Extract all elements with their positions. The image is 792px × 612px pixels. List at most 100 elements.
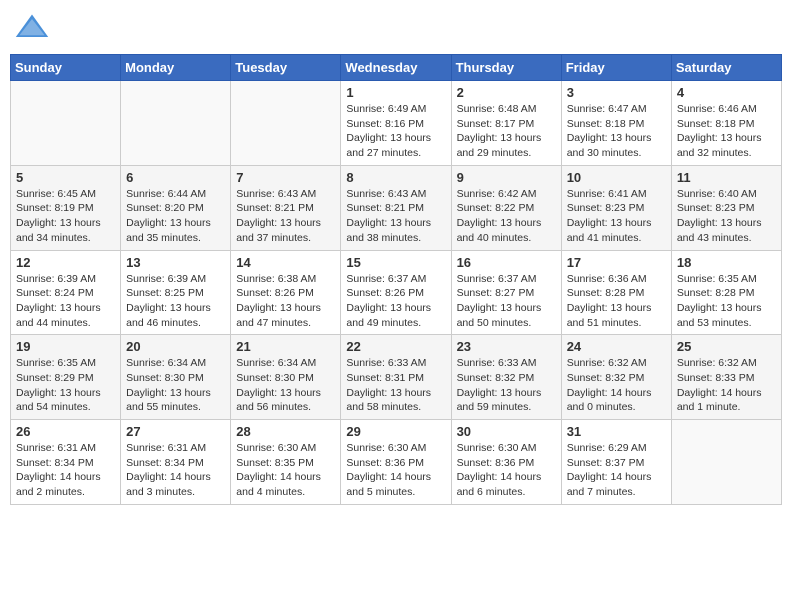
cell-content: Sunrise: 6:31 AM Sunset: 8:34 PM Dayligh…: [126, 441, 225, 500]
calendar-cell: 24 Sunrise: 6:32 AM Sunset: 8:32 PM Dayli…: [561, 335, 671, 420]
day-number: 4: [677, 85, 776, 100]
calendar-cell: 16 Sunrise: 6:37 AM Sunset: 8:27 PM Dayli…: [451, 250, 561, 335]
cell-content: Sunrise: 6:32 AM Sunset: 8:33 PM Dayligh…: [677, 356, 776, 415]
day-number: 6: [126, 170, 225, 185]
calendar-cell: 18Sunrise: 6:35 AM Sunset: 8:28 PM Dayli…: [671, 250, 781, 335]
cell-content: Sunrise: 6:40 AM Sunset: 8:23 PM Dayligh…: [677, 187, 776, 246]
calendar-cell: 14 Sunrise: 6:38 AM Sunset: 8:26 PM Dayli…: [231, 250, 341, 335]
day-number: 24: [567, 339, 666, 354]
calendar-header-thursday: Thursday: [451, 55, 561, 81]
cell-content: Sunrise: 6:48 AM Sunset: 8:17 PM Dayligh…: [457, 102, 556, 161]
cell-content: Sunrise: 6:38 AM Sunset: 8:26 PM Dayligh…: [236, 272, 335, 331]
cell-content: Sunrise: 6:33 AM Sunset: 8:31 PM Dayligh…: [346, 356, 445, 415]
cell-content: Sunrise: 6:30 AM Sunset: 8:35 PM Dayligh…: [236, 441, 335, 500]
cell-content: Sunrise: 6:49 AM Sunset: 8:16 PM Dayligh…: [346, 102, 445, 161]
cell-content: Sunrise: 6:39 AM Sunset: 8:24 PM Dayligh…: [16, 272, 115, 331]
day-number: 19: [16, 339, 115, 354]
calendar-cell: 29 Sunrise: 6:30 AM Sunset: 8:36 PM Dayli…: [341, 420, 451, 505]
calendar-cell: [11, 81, 121, 166]
cell-content: Sunrise: 6:32 AM Sunset: 8:32 PM Dayligh…: [567, 356, 666, 415]
logo: [14, 10, 54, 46]
calendar-cell: 20 Sunrise: 6:34 AM Sunset: 8:30 PM Dayli…: [121, 335, 231, 420]
calendar-table: SundayMondayTuesdayWednesdayThursdayFrid…: [10, 54, 782, 505]
calendar-cell: 27Sunrise: 6:31 AM Sunset: 8:34 PM Dayli…: [121, 420, 231, 505]
day-number: 15: [346, 255, 445, 270]
cell-content: Sunrise: 6:47 AM Sunset: 8:18 PM Dayligh…: [567, 102, 666, 161]
cell-content: Sunrise: 6:39 AM Sunset: 8:25 PM Dayligh…: [126, 272, 225, 331]
cell-content: Sunrise: 6:46 AM Sunset: 8:18 PM Dayligh…: [677, 102, 776, 161]
calendar-cell: 5Sunrise: 6:45 AM Sunset: 8:19 PM Daylig…: [11, 165, 121, 250]
page-header: [10, 10, 782, 46]
day-number: 28: [236, 424, 335, 439]
cell-content: Sunrise: 6:44 AM Sunset: 8:20 PM Dayligh…: [126, 187, 225, 246]
cell-content: Sunrise: 6:31 AM Sunset: 8:34 PM Dayligh…: [16, 441, 115, 500]
calendar-cell: 23 Sunrise: 6:33 AM Sunset: 8:32 PM Dayli…: [451, 335, 561, 420]
day-number: 11: [677, 170, 776, 185]
day-number: 8: [346, 170, 445, 185]
calendar-header-row: SundayMondayTuesdayWednesdayThursdayFrid…: [11, 55, 782, 81]
calendar-header-monday: Monday: [121, 55, 231, 81]
calendar-header-tuesday: Tuesday: [231, 55, 341, 81]
day-number: 29: [346, 424, 445, 439]
calendar-cell: 21 Sunrise: 6:34 AM Sunset: 8:30 PM Dayli…: [231, 335, 341, 420]
calendar-header-friday: Friday: [561, 55, 671, 81]
cell-content: Sunrise: 6:30 AM Sunset: 8:36 PM Dayligh…: [457, 441, 556, 500]
calendar-cell: 8 Sunrise: 6:43 AM Sunset: 8:21 PM Daylig…: [341, 165, 451, 250]
calendar-cell: 3 Sunrise: 6:47 AM Sunset: 8:18 PM Daylig…: [561, 81, 671, 166]
day-number: 14: [236, 255, 335, 270]
cell-content: Sunrise: 6:34 AM Sunset: 8:30 PM Dayligh…: [126, 356, 225, 415]
calendar-cell: 6 Sunrise: 6:44 AM Sunset: 8:20 PM Daylig…: [121, 165, 231, 250]
day-number: 26: [16, 424, 115, 439]
day-number: 7: [236, 170, 335, 185]
day-number: 23: [457, 339, 556, 354]
cell-content: Sunrise: 6:34 AM Sunset: 8:30 PM Dayligh…: [236, 356, 335, 415]
day-number: 25: [677, 339, 776, 354]
cell-content: Sunrise: 6:43 AM Sunset: 8:21 PM Dayligh…: [346, 187, 445, 246]
calendar-cell: 17 Sunrise: 6:36 AM Sunset: 8:28 PM Dayli…: [561, 250, 671, 335]
day-number: 12: [16, 255, 115, 270]
day-number: 16: [457, 255, 556, 270]
calendar-cell: 9Sunrise: 6:42 AM Sunset: 8:22 PM Daylig…: [451, 165, 561, 250]
calendar-week-3: 12 Sunrise: 6:39 AM Sunset: 8:24 PM Dayli…: [11, 250, 782, 335]
calendar-week-2: 5Sunrise: 6:45 AM Sunset: 8:19 PM Daylig…: [11, 165, 782, 250]
calendar-cell: 12 Sunrise: 6:39 AM Sunset: 8:24 PM Dayli…: [11, 250, 121, 335]
calendar-header-sunday: Sunday: [11, 55, 121, 81]
calendar-cell: [671, 420, 781, 505]
calendar-cell: 26 Sunrise: 6:31 AM Sunset: 8:34 PM Dayli…: [11, 420, 121, 505]
day-number: 10: [567, 170, 666, 185]
day-number: 2: [457, 85, 556, 100]
calendar-cell: 31Sunrise: 6:29 AM Sunset: 8:37 PM Dayli…: [561, 420, 671, 505]
day-number: 20: [126, 339, 225, 354]
cell-content: Sunrise: 6:30 AM Sunset: 8:36 PM Dayligh…: [346, 441, 445, 500]
calendar-cell: 22Sunrise: 6:33 AM Sunset: 8:31 PM Dayli…: [341, 335, 451, 420]
calendar-header-saturday: Saturday: [671, 55, 781, 81]
cell-content: Sunrise: 6:42 AM Sunset: 8:22 PM Dayligh…: [457, 187, 556, 246]
calendar-cell: 13Sunrise: 6:39 AM Sunset: 8:25 PM Dayli…: [121, 250, 231, 335]
calendar-cell: 4 Sunrise: 6:46 AM Sunset: 8:18 PM Daylig…: [671, 81, 781, 166]
day-number: 1: [346, 85, 445, 100]
calendar-cell: 1 Sunrise: 6:49 AM Sunset: 8:16 PM Daylig…: [341, 81, 451, 166]
cell-content: Sunrise: 6:37 AM Sunset: 8:26 PM Dayligh…: [346, 272, 445, 331]
calendar-cell: 25 Sunrise: 6:32 AM Sunset: 8:33 PM Dayli…: [671, 335, 781, 420]
calendar-cell: [121, 81, 231, 166]
cell-content: Sunrise: 6:33 AM Sunset: 8:32 PM Dayligh…: [457, 356, 556, 415]
calendar-week-5: 26 Sunrise: 6:31 AM Sunset: 8:34 PM Dayli…: [11, 420, 782, 505]
cell-content: Sunrise: 6:37 AM Sunset: 8:27 PM Dayligh…: [457, 272, 556, 331]
calendar-cell: 7 Sunrise: 6:43 AM Sunset: 8:21 PM Daylig…: [231, 165, 341, 250]
calendar-cell: 19 Sunrise: 6:35 AM Sunset: 8:29 PM Dayli…: [11, 335, 121, 420]
day-number: 17: [567, 255, 666, 270]
day-number: 5: [16, 170, 115, 185]
day-number: 31: [567, 424, 666, 439]
cell-content: Sunrise: 6:35 AM Sunset: 8:29 PM Dayligh…: [16, 356, 115, 415]
day-number: 3: [567, 85, 666, 100]
calendar-cell: 10Sunrise: 6:41 AM Sunset: 8:23 PM Dayli…: [561, 165, 671, 250]
calendar-cell: 30 Sunrise: 6:30 AM Sunset: 8:36 PM Dayli…: [451, 420, 561, 505]
calendar-cell: [231, 81, 341, 166]
calendar-header-wednesday: Wednesday: [341, 55, 451, 81]
day-number: 21: [236, 339, 335, 354]
calendar-week-4: 19 Sunrise: 6:35 AM Sunset: 8:29 PM Dayli…: [11, 335, 782, 420]
cell-content: Sunrise: 6:43 AM Sunset: 8:21 PM Dayligh…: [236, 187, 335, 246]
cell-content: Sunrise: 6:36 AM Sunset: 8:28 PM Dayligh…: [567, 272, 666, 331]
calendar-week-1: 1 Sunrise: 6:49 AM Sunset: 8:16 PM Daylig…: [11, 81, 782, 166]
day-number: 30: [457, 424, 556, 439]
